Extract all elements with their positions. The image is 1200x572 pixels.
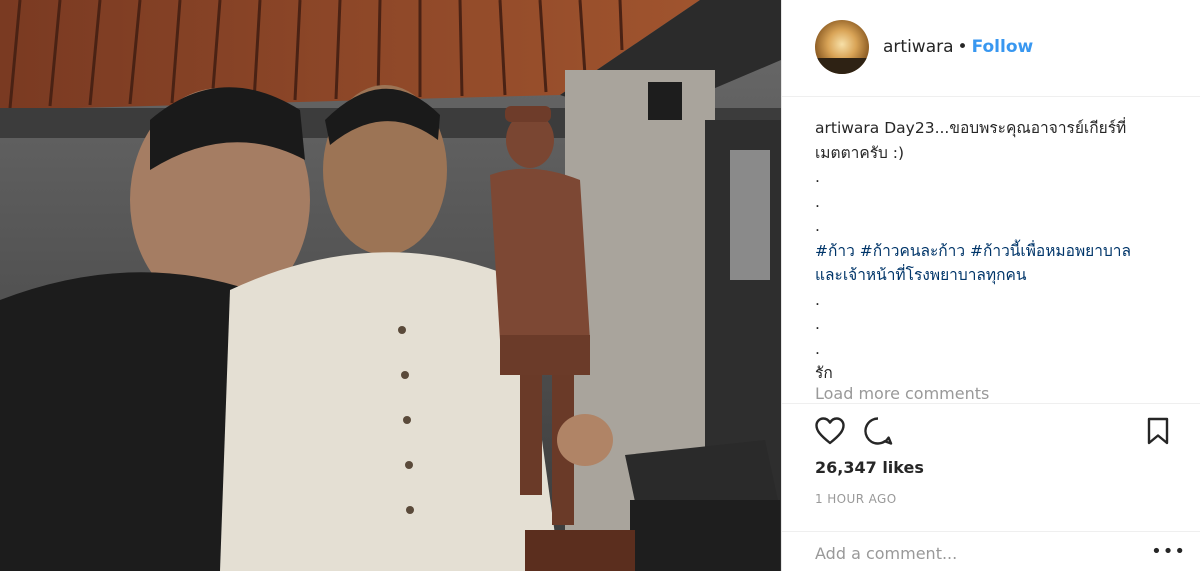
- caption-dot: .: [815, 217, 820, 235]
- action-bar: [814, 415, 1174, 447]
- header-text: artiwara • Follow: [883, 37, 1033, 57]
- like-count[interactable]: 26,347 likes: [815, 458, 924, 477]
- caption-text-1: Day23...ขอบพระคุณอาจารย์เกียร์ที่: [884, 119, 1127, 137]
- instagram-post: artiwara • Follow artiwara Day23...ขอบพระค…: [0, 0, 1200, 571]
- follow-button[interactable]: Follow: [972, 37, 1034, 57]
- avatar-ground: [815, 58, 869, 74]
- hashtag-link[interactable]: #ก้าวนี้เพื่อหมอพยาบาล: [970, 242, 1131, 260]
- caption-closing: รัก: [815, 364, 833, 382]
- post-sidebar: artiwara • Follow artiwara Day23...ขอบพระค…: [781, 0, 1200, 571]
- comment-icon[interactable]: [862, 415, 894, 447]
- comment-input[interactable]: [815, 544, 1145, 563]
- post-header: artiwara • Follow: [782, 0, 1200, 97]
- caption-line-2: เมตตาครับ :): [815, 143, 905, 162]
- caption-dot: .: [815, 192, 820, 211]
- bookmark-icon[interactable]: [1142, 415, 1174, 447]
- timestamp[interactable]: 1 HOUR AGO: [815, 492, 897, 506]
- caption-dot: .: [815, 168, 820, 186]
- post-photo[interactable]: [0, 0, 781, 571]
- more-options-icon[interactable]: •••: [1151, 541, 1186, 562]
- separator: •: [957, 37, 968, 57]
- caption-line-1: artiwara Day23...ขอบพระคุณอาจารย์เกียร์ท…: [815, 116, 1185, 141]
- hashtag-link-cont[interactable]: และเจ้าหน้าที่โรงพยาบาลทุกคน: [815, 266, 1026, 284]
- load-more-comments[interactable]: Load more comments: [815, 384, 989, 403]
- caption: artiwara Day23...ขอบพระคุณอาจารย์เกียร์ท…: [815, 116, 1185, 386]
- caption-username[interactable]: artiwara: [815, 119, 879, 137]
- username-link[interactable]: artiwara: [883, 37, 954, 57]
- hashtag-link[interactable]: #ก้าว: [815, 242, 855, 260]
- caption-dot: .: [815, 315, 820, 333]
- comment-bar: •••: [782, 531, 1200, 572]
- caption-dot: .: [815, 339, 820, 358]
- hashtag-link[interactable]: #ก้าวคนละก้าว: [860, 242, 965, 260]
- caption-hashtag-cont: และเจ้าหน้าที่โรงพยาบาลทุกคน: [815, 263, 1185, 288]
- avatar[interactable]: [815, 20, 869, 74]
- heart-icon[interactable]: [814, 415, 846, 447]
- caption-hashtags: #ก้าว #ก้าวคนละก้าว #ก้าวนี้เพื่อหมอพยาบ…: [815, 239, 1185, 264]
- divider: [782, 403, 1200, 404]
- caption-dot: .: [815, 290, 820, 309]
